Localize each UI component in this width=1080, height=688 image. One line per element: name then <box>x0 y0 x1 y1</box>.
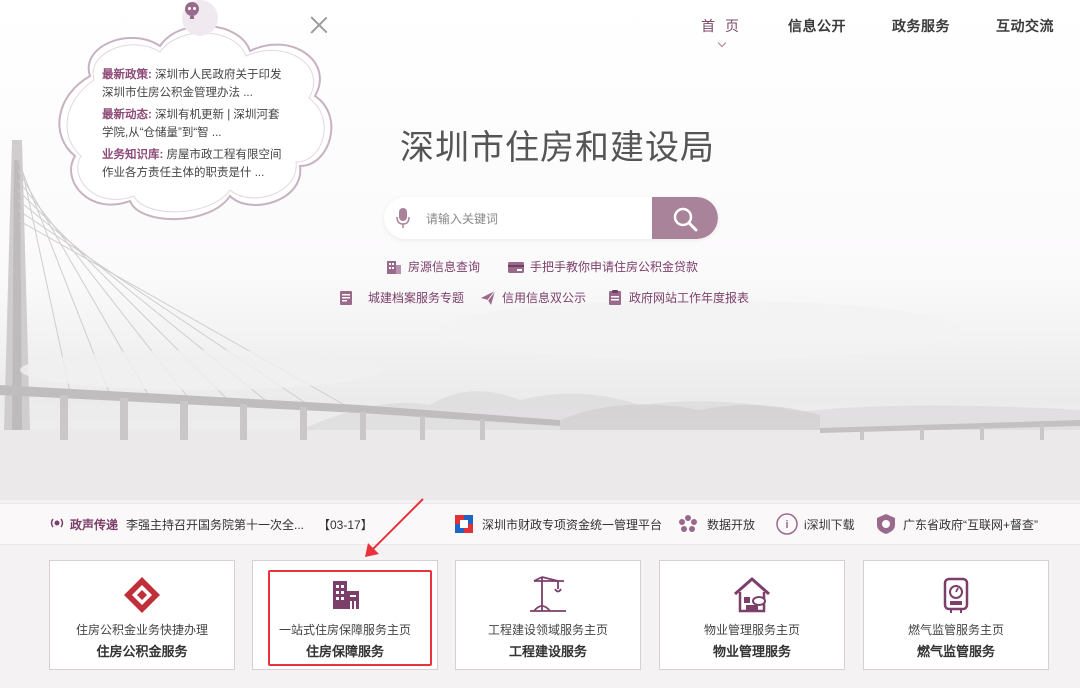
site-title: 深圳市住房和建设局 <box>400 129 715 167</box>
news-item-dynamics[interactable]: 最新动态: 深圳有机更新 | 深圳河套学院,从“仓储量”到“智 ... <box>102 106 284 142</box>
broadcast-icon <box>48 516 66 533</box>
search-button[interactable] <box>652 197 718 239</box>
robot-assistant-icon[interactable] <box>182 0 218 36</box>
card-housing-security[interactable]: 一站式住房保障服务主页 住房保障服务 <box>252 560 438 670</box>
top-nav: 首 页 信息公开 政务服务 互动交流 <box>701 16 1054 36</box>
bank-card-icon <box>508 261 524 273</box>
svg-text:i: i <box>785 519 788 531</box>
housing-security-icon <box>333 581 359 609</box>
card-subtitle: 一站式住房保障服务主页 <box>278 623 411 637</box>
building-chart-icon <box>387 260 401 274</box>
card-subtitle: 住房公积金业务快捷办理 <box>75 623 208 637</box>
annotation-arrow-icon <box>365 498 424 557</box>
gas-meter-icon <box>943 577 969 613</box>
quicklink-label: 信用信息双公示 <box>502 291 587 305</box>
news-item-knowledge[interactable]: 业务知识库: 房屋市政工程有限空间作业各方责任主体的职责是什 ... <box>102 146 284 182</box>
card-housing-fund[interactable]: 住房公积金业务快捷办理 住房公积金服务 <box>49 560 235 670</box>
nav-interaction[interactable]: 互动交流 <box>996 16 1054 36</box>
search-icon <box>673 207 698 232</box>
archive-icon <box>340 290 352 305</box>
card-property-management[interactable]: 物业管理服务主页 物业管理服务 <box>659 560 845 670</box>
news-tag: 业务知识库: <box>102 149 164 161</box>
property-house-icon <box>734 577 770 613</box>
report-icon <box>609 289 621 305</box>
quicklink-urban-archive[interactable]: 城建档案服务专题 <box>338 289 464 306</box>
nav-gov-services[interactable]: 政务服务 <box>892 16 950 36</box>
card-title: 住房公积金服务 <box>96 644 188 659</box>
close-bubble-icon[interactable] <box>308 14 330 36</box>
paper-plane-icon <box>481 290 496 305</box>
card-construction[interactable]: 工程建设领域服务主页 工程建设服务 <box>455 560 641 670</box>
news-list: 最新政策: 深圳市人民政府关于印发深圳市住房公积金管理办法 ... 最新动态: … <box>102 66 284 186</box>
quicklink-housing-info[interactable]: 房源信息查询 <box>386 258 480 275</box>
housing-fund-icon <box>124 577 160 613</box>
ticker-bar: 政声传递 李强主持召开国务院第十一次全... 【03-17】 深圳市财政专项资金… <box>0 503 1080 545</box>
card-subtitle: 工程建设领域服务主页 <box>487 623 608 637</box>
ticker-headline[interactable]: 李强主持召开国务院第十一次全... <box>126 516 304 533</box>
quicklink-credit-disclosure[interactable]: 信用信息双公示 <box>480 289 586 306</box>
construction-crane-icon <box>530 576 566 612</box>
card-title: 住房保障服务 <box>305 644 384 659</box>
nav-home[interactable]: 首 页 <box>701 16 742 36</box>
link-data-open[interactable]: 数据开放 <box>707 516 755 533</box>
news-item-policy[interactable]: 最新政策: 深圳市人民政府关于印发深圳市住房公积金管理办法 ... <box>102 66 284 102</box>
nav-info-disclosure[interactable]: 信息公开 <box>788 16 846 36</box>
i-shenzhen-icon: i <box>776 513 798 538</box>
microphone-icon[interactable] <box>396 207 410 229</box>
card-title: 燃气监管服务 <box>916 644 995 659</box>
supervision-icon <box>875 513 897 538</box>
quicklink-label: 政府网站工作年度报表 <box>629 291 750 305</box>
link-finance-platform[interactable]: 深圳市财政专项资金统一管理平台 <box>482 516 662 533</box>
quicklink-annual-report[interactable]: 政府网站工作年度报表 <box>607 289 749 306</box>
search-input[interactable] <box>424 197 648 239</box>
card-title: 物业管理服务 <box>712 644 791 659</box>
search-bar <box>384 197 718 239</box>
quicklink-label: 手把手教你申请住房公积金贷款 <box>530 260 699 274</box>
card-subtitle: 物业管理服务主页 <box>703 623 800 637</box>
card-subtitle: 燃气监管服务主页 <box>907 623 1004 637</box>
ticker-label: 政声传递 <box>70 518 119 532</box>
finance-logo-icon <box>454 514 474 537</box>
quicklink-label: 房源信息查询 <box>408 260 481 274</box>
link-i-shenzhen[interactable]: i深圳下载 <box>804 516 855 533</box>
quicklink-label: 城建档案服务专题 <box>368 291 465 305</box>
news-tag: 最新动态: <box>102 109 152 121</box>
link-gd-supervision[interactable]: 广东省政府“互联网+督查” <box>903 516 1038 533</box>
card-title: 工程建设服务 <box>508 644 587 659</box>
news-tag: 最新政策: <box>102 69 152 81</box>
card-gas-supervision[interactable]: 燃气监管服务主页 燃气监管服务 <box>863 560 1049 670</box>
quicklink-fund-loan-guide[interactable]: 手把手教你申请住房公积金贷款 <box>508 258 698 275</box>
data-flower-icon <box>678 514 698 537</box>
